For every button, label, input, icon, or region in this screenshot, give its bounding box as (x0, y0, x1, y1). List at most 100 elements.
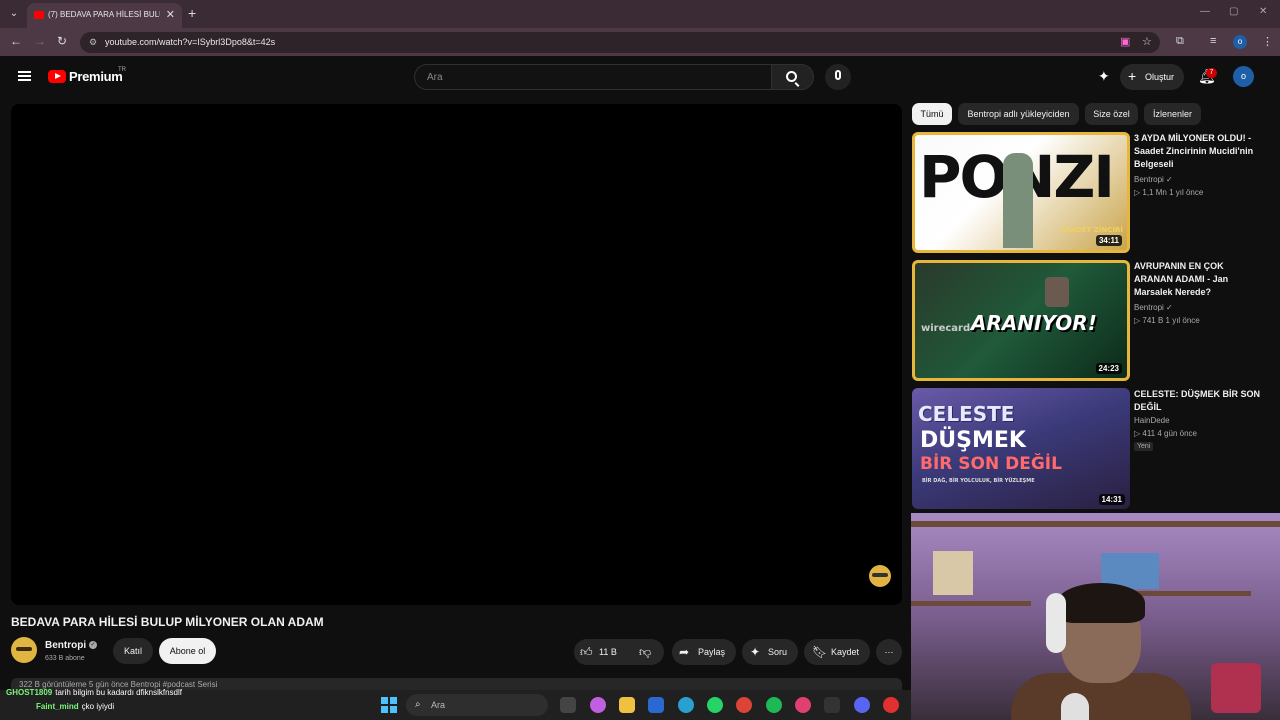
bookmark-star-icon[interactable]: ☆ (1142, 35, 1152, 48)
reload-icon[interactable]: ↻ (57, 34, 67, 48)
new-tab-button[interactable]: + (188, 5, 196, 21)
cast-icon[interactable]: ▣ (1120, 35, 1130, 48)
recommendation-item[interactable]: PONZI SAADET ZİNCİRİ 34:11 3 AYDA MİLYON… (912, 132, 1272, 253)
search-icon (786, 71, 797, 82)
chrome-profile-icon[interactable] (795, 697, 811, 713)
chat-text: tarih bilgim bu kadardı dfiknslkfnsdlf (55, 688, 182, 697)
windows-start-icon[interactable] (381, 697, 397, 713)
maximize-icon[interactable]: ▢ (1229, 6, 1238, 17)
more-actions-icon[interactable]: ⋯ (876, 639, 902, 665)
chip-all[interactable]: Tümü (912, 103, 952, 125)
like-count[interactable]: 11 B (599, 639, 617, 665)
chat-message: GHOST1809 tarih bilgim bu kadardı dfiknsl… (6, 688, 182, 697)
thumbnail-subtext-2: BİR SON DEĞİL (920, 454, 1062, 474)
pc-case (1211, 663, 1261, 713)
upload-age: 1 yıl önce (1165, 316, 1200, 325)
channel-name[interactable]: Bentropi (45, 640, 86, 651)
account-avatar[interactable]: o (1233, 66, 1254, 87)
blurred-face (1045, 277, 1069, 307)
recommendation-meta: ▷ 411 4 gün önce (1134, 429, 1197, 438)
recommendation-item[interactable]: CELESTE DÜŞMEK BİR SON DEĞİL BİR DAĞ, Bİ… (912, 388, 1272, 509)
window-close-icon[interactable]: ✕ (1259, 6, 1267, 17)
app-icon[interactable] (883, 697, 899, 713)
headphones (1046, 593, 1066, 653)
browser-menu-icon[interactable]: ⋮ (1262, 35, 1273, 48)
terminal-icon[interactable] (824, 697, 840, 713)
search-button[interactable] (771, 64, 814, 90)
notification-badge: 7 (1206, 68, 1217, 78)
recommendation-title[interactable]: 3 AYDA MİLYONER OLDU! - Saadet Zincirini… (1134, 132, 1262, 171)
url-text: youtube.com/watch?v=ISybrl3Dpo8&t=42s (105, 37, 276, 47)
sparkle-icon: ✦ (750, 645, 761, 659)
task-view-icon[interactable] (560, 697, 576, 713)
taskbar: GHOST1809 tarih bilgim bu kadardı dfiknsl… (0, 688, 911, 720)
file-explorer-icon[interactable] (619, 697, 635, 713)
microphone (1061, 693, 1089, 720)
menu-icon[interactable] (18, 71, 31, 81)
browser-profile-avatar[interactable]: o (1233, 35, 1247, 49)
search-input[interactable] (414, 64, 771, 90)
view-count: 411 (1142, 429, 1156, 438)
webcam-overlay (911, 513, 1280, 720)
cast-feature-icon[interactable]: ✦ (1098, 68, 1110, 85)
duration-badge: 34:11 (1095, 235, 1122, 246)
voice-search-button[interactable] (825, 64, 851, 90)
thumbnail-text: ARANIYOR! (971, 311, 1097, 335)
channel-avatar[interactable] (11, 637, 37, 663)
forward-icon[interactable]: → (34, 34, 46, 48)
recommendation-title[interactable]: AVRUPANIN EN ÇOK ARANAN ADAMI - Jan Mars… (1134, 260, 1262, 299)
taskbar-search[interactable]: ⌕ Ara (406, 694, 548, 716)
view-count: 1,1 Mn (1142, 188, 1167, 197)
like-icon[interactable]: 👍︎ (580, 639, 593, 665)
join-button[interactable]: Katıl (113, 638, 153, 664)
browser-tab[interactable]: (7) BEDAVA PARA HİLESİ BULUP MİLYONER OL… (27, 3, 182, 28)
video-thumbnail[interactable]: ARANIYOR! wirecard 24:23 (912, 260, 1130, 381)
discord-icon[interactable] (854, 697, 870, 713)
search-icon: ⌕ (415, 699, 421, 710)
ask-button[interactable]: ✦ Soru (742, 639, 798, 665)
view-count: 741 B (1142, 316, 1164, 325)
media-control-icon[interactable]: ≡ (1210, 35, 1216, 47)
copilot-icon[interactable] (590, 697, 606, 713)
share-button[interactable]: ➦ Paylaş (672, 639, 736, 665)
youtube-brand[interactable]: Premium (69, 69, 123, 84)
recommendation-channel: Bentropi ✓ (1134, 303, 1173, 312)
screen: ⌄ (7) BEDAVA PARA HİLESİ BULUP MİLYONER … (0, 0, 1280, 720)
chip-from-uploader[interactable]: Bentropi adlı yükleyiciden (958, 103, 1079, 125)
thumbnail-text: CELESTE (918, 402, 1015, 426)
whatsapp-icon[interactable] (707, 697, 723, 713)
chrome-icon[interactable] (736, 697, 752, 713)
taskbar-search-label: Ara (431, 700, 446, 710)
shelf (911, 521, 1280, 527)
channel-label: Bentropi (1134, 303, 1164, 312)
tab-search-button[interactable]: ⌄ (6, 6, 22, 22)
duration-badge: 14:31 (1098, 494, 1125, 505)
chip-watched[interactable]: İzlenenler (1144, 103, 1201, 125)
thumbnail-subtext: DÜŞMEK (920, 428, 1026, 453)
store-icon[interactable] (648, 697, 664, 713)
back-icon[interactable]: ← (10, 34, 22, 48)
video-player[interactable] (11, 104, 902, 605)
recommendation-title[interactable]: CELESTE: DÜŞMEK BİR SON DEĞİL (1134, 388, 1262, 414)
recommendation-item[interactable]: ARANIYOR! wirecard 24:23 AVRUPANIN EN ÇO… (912, 260, 1272, 381)
site-info-icon[interactable]: ⚙ (89, 37, 97, 48)
subscribe-button[interactable]: Abone ol (159, 638, 216, 664)
subscriber-count: 633 B abone (45, 655, 85, 662)
tab-close-icon[interactable]: ✕ (166, 8, 175, 21)
ask-label: Soru (768, 647, 788, 657)
create-button[interactable]: + Oluştur (1120, 64, 1184, 90)
spotify-icon[interactable] (766, 697, 782, 713)
dislike-icon[interactable]: 👎︎ (639, 639, 651, 665)
address-bar[interactable]: ⚙ youtube.com/watch?v=ISybrl3Dpo8&t=42s (80, 32, 1160, 53)
chip-for-you[interactable]: Size özel (1085, 103, 1138, 125)
share-label: Paylaş (698, 647, 726, 657)
minimize-icon[interactable]: — (1200, 6, 1210, 17)
edge-icon[interactable] (678, 697, 694, 713)
video-thumbnail[interactable]: PONZI SAADET ZİNCİRİ 34:11 (912, 132, 1130, 253)
save-button[interactable]: 🔖︎ Kaydet (804, 639, 870, 665)
youtube-logo-icon[interactable] (48, 70, 66, 83)
channel-watermark-icon[interactable] (869, 565, 891, 587)
chat-username: GHOST1809 (6, 688, 53, 697)
video-thumbnail[interactable]: CELESTE DÜŞMEK BİR SON DEĞİL BİR DAĞ, Bİ… (912, 388, 1130, 509)
extensions-icon[interactable]: ⧉ (1176, 35, 1184, 48)
